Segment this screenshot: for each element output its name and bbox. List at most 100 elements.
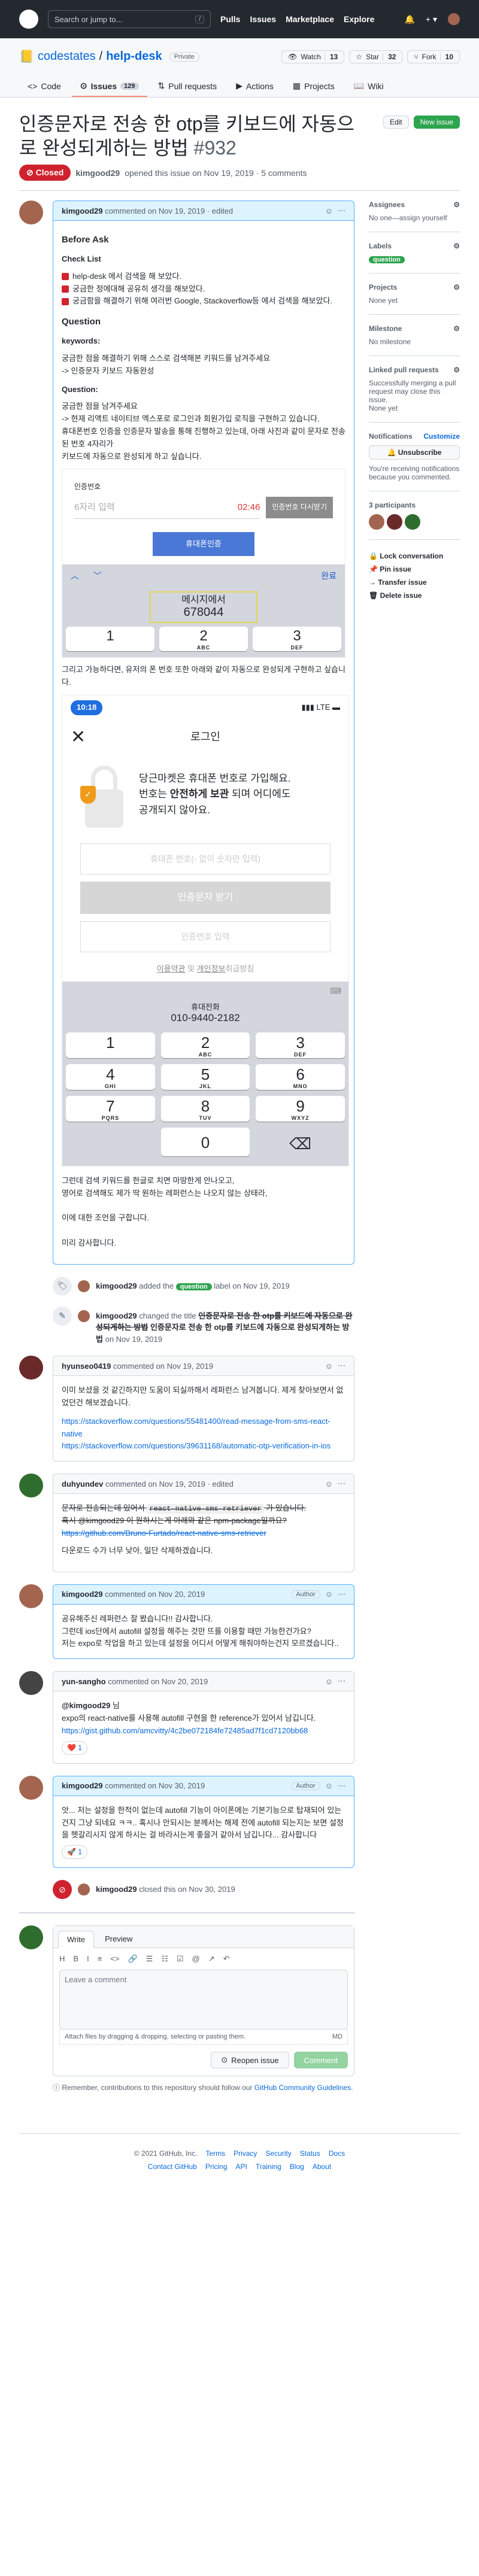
reference-link[interactable]: https://stackoverflow.com/questions/3963… [62,1441,331,1450]
ordered-list-icon[interactable]: ☷ [161,1954,168,1964]
bell-icon[interactable]: 🔔 [404,14,414,25]
footer-link-training[interactable]: Training [256,2162,281,2171]
nav-explore[interactable]: Explore [344,14,374,24]
comment-timestamp[interactable]: commented on Nov 19, 2019 [113,1362,213,1371]
checkbox-checked-icon[interactable] [62,273,69,281]
tab-code[interactable]: <> Code [19,76,69,97]
checkbox-checked-icon[interactable] [62,285,69,293]
lock-conversation-link[interactable]: 🔒 Lock conversation [369,549,460,563]
smiley-icon[interactable]: ☺ [325,206,333,215]
tab-pull-requests[interactable]: ⇅ Pull requests [150,76,226,97]
footer-link-about[interactable]: About [313,2162,331,2171]
tab-actions[interactable]: ▶ Actions [228,76,282,97]
tab-wiki[interactable]: 📖 Wiki [345,76,392,97]
gear-icon[interactable]: ⚙ [453,324,460,333]
issue-author-link[interactable]: kimgood29 [75,168,120,178]
comment-timestamp[interactable]: commented on Nov 30, 2019 [105,1781,205,1790]
reference-link[interactable]: https://stackoverflow.com/questions/5548… [62,1417,331,1438]
smiley-icon[interactable]: ☺ [325,1362,333,1371]
user-avatar[interactable] [448,13,460,25]
community-guidelines-link[interactable]: GitHub Community Guidelines [254,2083,351,2092]
nav-issues[interactable]: Issues [250,14,276,24]
comment-timestamp[interactable]: commented on Nov 20, 2019 [108,1677,208,1686]
code-icon[interactable]: <> [110,1954,119,1964]
gear-icon[interactable]: ⚙ [453,283,460,291]
transfer-issue-link[interactable]: → Transfer issue [369,576,460,589]
gear-icon[interactable]: ⚙ [453,201,460,209]
comment-author[interactable]: kimgood29 [62,1590,103,1599]
comment-button[interactable]: Comment [293,2052,348,2069]
reopen-issue-button[interactable]: ⊙ Reopen issue [211,2052,289,2069]
comment-textarea[interactable]: Leave a comment [59,1970,348,2030]
participant-avatar[interactable] [387,514,402,530]
avatar[interactable] [19,1925,43,1950]
footer-link-blog[interactable]: Blog [290,2162,304,2171]
comment-author[interactable]: kimgood29 [62,206,103,215]
footer-link-pricing[interactable]: Pricing [205,2162,228,2171]
smiley-icon[interactable]: ☺ [325,1590,333,1599]
rocket-reaction[interactable]: 🚀 1 [62,1845,87,1860]
package-link[interactable]: https://github.com/Bruno-Furtado/react-n… [62,1529,266,1538]
footer-link-privacy[interactable]: Privacy [234,2149,257,2158]
tab-preview[interactable]: Preview [96,1931,141,1948]
footer-link-api[interactable]: API [236,2162,247,2171]
nav-pulls[interactable]: Pulls [220,14,240,24]
heading-icon[interactable]: H [59,1954,65,1964]
footer-link-status[interactable]: Status [300,2149,320,2158]
label-question[interactable]: question [175,1283,212,1290]
comment-author[interactable]: kimgood29 [62,1781,103,1790]
repo-owner-link[interactable]: codestates [38,50,96,63]
italic-icon[interactable]: I [87,1954,89,1964]
avatar[interactable] [78,1310,90,1322]
attach-files-zone[interactable]: Attach files by dragging & dropping, sel… [59,2030,348,2045]
watch-button[interactable]: 👁 Watch 13 [281,50,345,63]
comment-author[interactable]: hyunseo0419 [62,1362,111,1371]
tasklist-icon[interactable]: ☑ [177,1954,184,1964]
tab-issues[interactable]: ⊙ Issues 129 [71,76,147,97]
cross-reference-icon[interactable]: ↗ [208,1954,215,1964]
comment-timestamp[interactable]: commented on Nov 19, 2019 · edited [105,1480,234,1489]
avatar[interactable] [19,1671,43,1696]
checkbox-checked-icon[interactable] [62,297,69,305]
avatar[interactable] [19,1775,43,1800]
assignees-value[interactable]: No one—assign yourself [369,214,460,222]
heart-reaction[interactable]: ❤️ 1 [62,1740,87,1755]
unsubscribe-button[interactable]: 🔔 Unsubscribe [369,445,460,460]
bold-icon[interactable]: B [73,1954,78,1964]
event-actor[interactable]: kimgood29 [96,1281,137,1290]
avatar[interactable] [19,201,43,224]
star-button[interactable]: ☆ Star 32 [349,50,403,63]
avatar[interactable] [78,1280,90,1292]
footer-link-contact[interactable]: Contact GitHub [148,2162,197,2171]
smiley-icon[interactable]: ☺ [325,1677,333,1686]
customize-link[interactable]: Customize [423,432,460,441]
kebab-horizontal-icon[interactable]: ⋯ [338,1781,345,1791]
unordered-list-icon[interactable]: ☰ [146,1954,153,1964]
footer-link-security[interactable]: Security [265,2149,291,2158]
event-actor[interactable]: kimgood29 [96,1885,137,1894]
kebab-horizontal-icon[interactable]: ⋯ [338,206,345,215]
otp-screenshot[interactable]: 인증번호 6자리 입력 02:46 인증번호 다시받기 휴대폰인증 ︿ ﹀ 완료 메… [62,469,345,658]
avatar[interactable] [19,1474,43,1498]
participant-avatar[interactable] [405,514,420,530]
avatar[interactable] [19,1356,43,1380]
repo-name-link[interactable]: help-desk [106,50,162,63]
smiley-icon[interactable]: ☺ [325,1480,333,1489]
edit-title-button[interactable]: Edit [383,116,409,129]
kebab-horizontal-icon[interactable]: ⋯ [338,1361,345,1371]
delete-issue-link[interactable]: 🗑 Delete issue [369,589,460,602]
fork-button[interactable]: ⑂ Fork 10 [407,50,460,63]
avatar[interactable] [78,1884,90,1896]
label-question[interactable]: question [369,256,405,263]
search-input[interactable]: Search or jump to... / [48,10,211,28]
login-screenshot[interactable]: 10:18 ▮▮▮ LTE ▬ ✕ 로그인 ✓ 당근마켓은 휴대폰 번호로 가입해요… [62,694,349,1167]
github-logo-icon[interactable] [19,10,38,29]
nav-marketplace[interactable]: Marketplace [286,14,334,24]
gist-link[interactable]: https://gist.github.com/amcvitty/4c2be07… [62,1726,308,1735]
quote-icon[interactable]: ≡ [98,1954,102,1964]
reply-icon[interactable]: ↶ [223,1954,230,1964]
comment-timestamp[interactable]: commented on Nov 19, 2019 · edited [105,206,233,215]
comment-timestamp[interactable]: commented on Nov 20, 2019 [105,1590,205,1599]
create-new-menu[interactable]: + ▾ [426,14,437,25]
new-issue-button[interactable]: New issue [413,116,460,129]
